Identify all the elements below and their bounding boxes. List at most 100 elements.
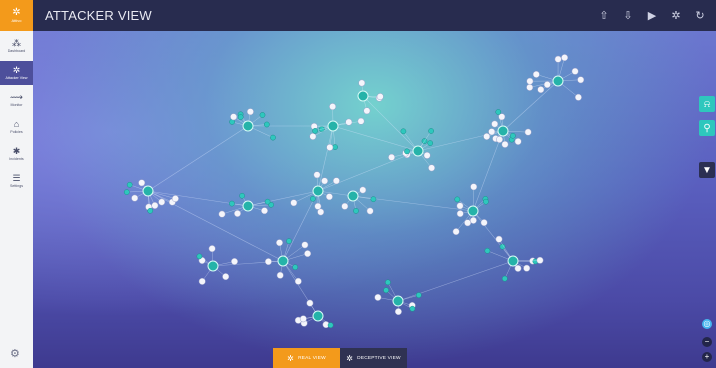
host-node	[276, 239, 283, 247]
sidebar-item-settings[interactable]: ☰ Settings	[0, 169, 33, 193]
settings-icon: ☰	[12, 173, 21, 183]
host-node	[309, 133, 317, 140]
host-node	[222, 273, 230, 281]
decoy-node	[196, 253, 203, 260]
host-node	[151, 202, 159, 209]
hub-node	[207, 260, 219, 272]
host-node	[208, 245, 216, 253]
decoy-node	[428, 128, 434, 134]
decoy-node	[229, 200, 235, 207]
hub-node	[242, 200, 254, 212]
page-title: ATTACKER VIEW	[45, 8, 152, 23]
host-node	[198, 277, 206, 285]
host-node	[577, 76, 585, 84]
decoy-node	[239, 192, 245, 199]
decoy-node	[126, 181, 133, 188]
host-node	[317, 208, 325, 216]
graph-cluster	[483, 109, 532, 148]
decoy-node	[264, 198, 271, 205]
host-node	[246, 108, 254, 116]
graph-cluster	[290, 171, 340, 216]
hub-node	[497, 125, 509, 137]
hub-node	[312, 310, 324, 322]
incidents-icon: ✱	[12, 146, 21, 156]
host-node	[376, 93, 384, 101]
host-node	[464, 219, 472, 227]
decoy-node	[400, 128, 407, 135]
attack-graph-canvas[interactable]	[33, 31, 716, 368]
host-node	[131, 194, 139, 202]
play-icon[interactable]: ▶	[646, 9, 658, 22]
sidebar-item-attacker-view[interactable]: ✲ Attacker View	[0, 61, 33, 85]
graph-cluster	[357, 79, 384, 115]
sidebar-item-policies[interactable]: ⌂ Policies	[0, 115, 33, 139]
graph-cluster	[341, 186, 377, 215]
decoy-node	[310, 195, 316, 202]
download-icon[interactable]: ⇩	[622, 9, 634, 22]
host-node	[374, 293, 382, 301]
sidebar-item-dashboard[interactable]: ⁂ Dashboard	[0, 34, 33, 58]
network-graph[interactable]	[33, 31, 716, 368]
monitor-icon: ⟿	[10, 92, 23, 102]
host-node	[543, 81, 551, 89]
dashboard-icon: ⁂	[12, 38, 21, 48]
host-node	[314, 202, 322, 210]
brand-name: Attivo	[11, 17, 22, 23]
host-node	[158, 198, 166, 206]
view-toggle: ✲ REAL VIEW ✲ DECEPTIVE VIEW	[273, 348, 407, 368]
decoy-node	[123, 189, 130, 195]
decoy-node	[427, 140, 434, 146]
filter-icon[interactable]: ▼	[699, 162, 715, 178]
real-view-button[interactable]: ✲ REAL VIEW	[273, 348, 340, 368]
graph-cluster	[484, 235, 544, 282]
zoom-in-icon[interactable]: +	[702, 352, 712, 362]
host-node	[496, 136, 503, 143]
graph-cluster	[218, 192, 274, 218]
sidebar-item-label: Policies	[10, 130, 23, 134]
host-node	[313, 171, 321, 179]
pin-tool-icon[interactable]: ⚲	[699, 120, 715, 136]
decoy-node	[327, 322, 334, 329]
hub-node	[242, 120, 254, 132]
host-node	[341, 202, 349, 210]
host-node	[423, 151, 431, 159]
hub-node	[467, 205, 479, 217]
graph-cluster	[196, 245, 238, 285]
alert-bell-icon[interactable]: ⍾	[699, 96, 715, 112]
decoy-node	[385, 279, 391, 286]
deceptive-view-button[interactable]: ✲ DECEPTIVE VIEW	[340, 348, 407, 368]
locate-icon[interactable]: ◎	[702, 319, 712, 329]
upload-icon[interactable]: ⇧	[598, 9, 610, 22]
app-header: ATTACKER VIEW ⇧ ⇩ ▶ ✲ ↻	[33, 0, 716, 31]
gear-icon[interactable]: ⚙	[10, 347, 20, 360]
host-node	[366, 207, 374, 215]
hub-node	[312, 185, 324, 197]
sidebar-item-monitor[interactable]: ⟿ Monitor	[0, 88, 33, 112]
host-node	[469, 216, 477, 224]
host-node	[480, 219, 488, 227]
host-node	[452, 228, 460, 236]
zoom-out-icon[interactable]: −	[702, 337, 712, 347]
host-node	[524, 128, 532, 136]
decoy-node	[383, 287, 389, 294]
hub-node	[347, 190, 359, 202]
brand-logo[interactable]: ✲ Attivo	[0, 0, 33, 31]
sidebar: ✲ Attivo ⁂ Dashboard ✲ Attacker View ⟿ Monito…	[0, 0, 34, 368]
host-node	[394, 308, 402, 316]
decoy-node	[415, 292, 422, 298]
host-node	[574, 93, 582, 101]
header-actions: ⇧ ⇩ ▶ ✲ ↻	[598, 9, 706, 22]
host-node	[537, 86, 545, 94]
network-icon[interactable]: ✲	[670, 9, 682, 22]
host-node	[290, 199, 298, 207]
host-node	[138, 179, 146, 187]
refresh-icon[interactable]: ↻	[694, 9, 706, 22]
graph-cluster	[374, 279, 422, 316]
hub-node	[507, 255, 519, 267]
host-node	[514, 264, 522, 272]
host-node	[325, 193, 333, 201]
host-node	[532, 70, 540, 78]
host-node	[261, 207, 268, 215]
sidebar-item-incidents[interactable]: ✱ Incidents	[0, 142, 33, 166]
host-node	[456, 202, 464, 210]
